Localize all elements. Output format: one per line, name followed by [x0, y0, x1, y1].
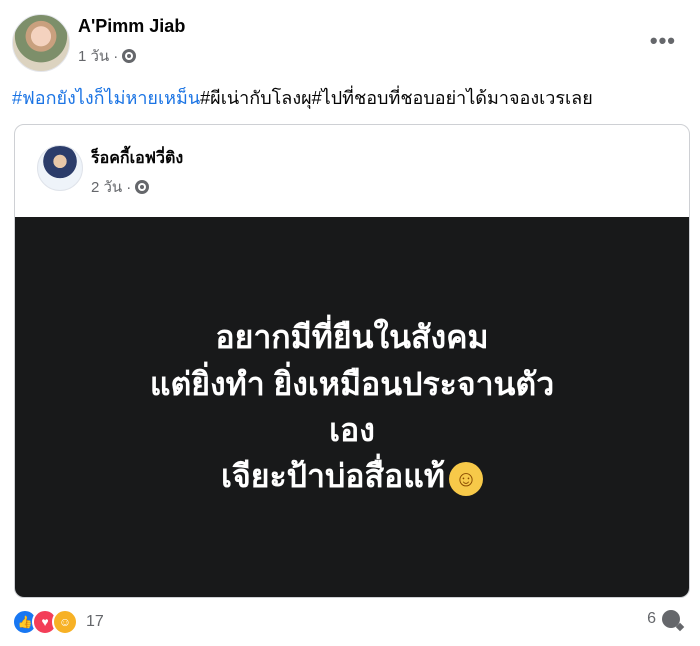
more-options-icon[interactable]: ••• — [650, 28, 676, 54]
post-footer: 👍 ♥ ☺ 17 6 — [12, 607, 688, 637]
shared-author-name[interactable]: ร็อคกี้เอฟวี่ติง — [91, 146, 183, 171]
shared-post-card[interactable]: ร็อคกี้เอฟวี่ติง 2 วัน · อยากมีที่ยืนในส… — [14, 124, 690, 598]
quote-text: อยากมีที่ยืนในสังคม แต่ยิ่งทำ ยิ่งเหมือน… — [150, 318, 554, 496]
post-meta: 1 วัน · — [78, 44, 137, 68]
quote-line-4: เจียะป้าบ่อสื่อแท้ ☺ — [150, 457, 554, 496]
comment-summary[interactable]: 6 — [647, 610, 680, 628]
quote-line-3: เอง — [329, 411, 375, 448]
quote-line-4-text: เจียะป้าบ่อสื่อแท้ — [221, 458, 445, 495]
quote-line-2: แต่ยิ่งทำ ยิ่งเหมือนประจานตัว — [149, 365, 555, 402]
author-avatar[interactable] — [12, 14, 70, 72]
comment-icon — [662, 610, 680, 628]
shared-meta-separator: · — [126, 178, 132, 196]
post-author-name[interactable]: A'Pimm Jiab — [78, 16, 185, 37]
smiling-face-icon: ☺ — [448, 461, 483, 496]
quote-line-1: อยากมีที่ยืนในสังคม — [215, 319, 489, 356]
post-caption: #ฟอกยังไงก็ไม่หายเหม็น#ผีเน่ากับโลงผุ#ไป… — [12, 83, 593, 112]
meta-separator: · — [113, 47, 119, 65]
shared-post-time[interactable]: 2 วัน — [91, 175, 122, 199]
shared-author-avatar[interactable] — [37, 145, 83, 191]
care-reaction-icon: ☺ — [52, 609, 78, 635]
shared-post-meta: 2 วัน · — [91, 175, 150, 199]
comment-count[interactable]: 6 — [647, 610, 656, 628]
reaction-summary[interactable]: 👍 ♥ ☺ 17 — [12, 609, 104, 635]
quote-image[interactable]: อยากมีที่ยืนในสังคม แต่ยิ่งทำ ยิ่งเหมือน… — [15, 217, 689, 597]
globe-icon — [122, 49, 137, 63]
globe-icon — [135, 180, 150, 194]
caption-rest: #ผีเน่ากับโลงผุ#ไปที่ชอบที่ชอบอย่าได้มาจ… — [200, 88, 593, 108]
post-time[interactable]: 1 วัน — [78, 44, 109, 68]
reaction-count[interactable]: 17 — [86, 613, 104, 631]
post-header: A'Pimm Jiab 1 วัน · ••• — [12, 12, 688, 72]
hashtag-link[interactable]: #ฟอกยังไงก็ไม่หายเหม็น — [12, 88, 200, 108]
shared-post-header: ร็อคกี้เอฟวี่ติง 2 วัน · — [15, 125, 689, 217]
